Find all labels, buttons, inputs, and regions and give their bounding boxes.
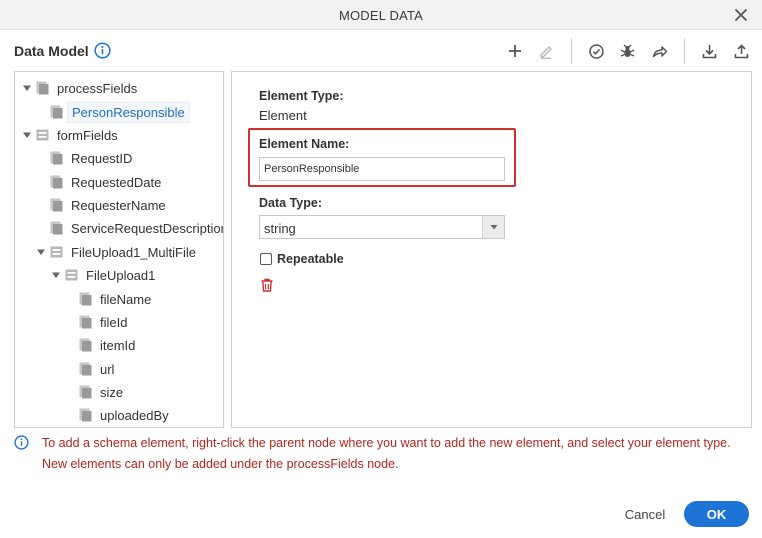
chevron-down-icon[interactable] (22, 83, 32, 93)
chevron-down-icon (490, 225, 497, 230)
page-title: Data Model (14, 43, 89, 59)
tree-node-servicerequestdescription[interactable]: ServiceRequestDescription (50, 218, 224, 238)
field-icon (50, 105, 63, 119)
info-icon[interactable] (94, 42, 111, 59)
info-icon (14, 435, 29, 450)
element-name-input[interactable] (259, 157, 505, 181)
field-icon (50, 198, 63, 212)
data-type-value: string (264, 221, 296, 236)
field-icon (36, 81, 49, 95)
tree-node-label: processFields (57, 80, 138, 96)
tree-node-label: uploadedBy (100, 407, 169, 423)
tree-node-filename[interactable]: fileName (79, 289, 151, 309)
group-icon (50, 245, 63, 259)
element-type-label: Element Type: (259, 89, 344, 103)
field-icon (79, 362, 92, 376)
tree-node-requesteddate[interactable]: RequestedDate (50, 172, 161, 192)
toolbar-divider (684, 38, 685, 64)
tree-node-label: ServiceRequestDescription (71, 220, 224, 236)
chevron-down-icon[interactable] (22, 130, 32, 140)
ok-button[interactable]: OK (684, 501, 749, 527)
data-type-select[interactable]: string (259, 215, 505, 239)
tree-node-size[interactable]: size (79, 382, 123, 402)
info-message-line-2: New elements can only be added under the… (42, 457, 399, 471)
field-icon (79, 315, 92, 329)
close-icon[interactable] (732, 6, 750, 24)
dropdown-button[interactable] (482, 216, 504, 238)
dialog-titlebar: MODEL DATA (0, 0, 762, 30)
chevron-down-icon[interactable] (36, 247, 46, 257)
share-icon[interactable] (649, 41, 669, 61)
repeatable-checkbox[interactable] (260, 253, 272, 265)
tree-node-label: RequestID (71, 150, 133, 166)
schema-tree[interactable]: processFields PersonResponsible formFiel… (14, 71, 224, 428)
field-icon (79, 385, 92, 399)
field-icon (79, 338, 92, 352)
validate-icon[interactable] (586, 41, 606, 61)
upload-icon[interactable] (731, 41, 751, 61)
field-icon (79, 292, 92, 306)
tree-node-uploadedby[interactable]: uploadedBy (79, 405, 169, 425)
element-name-label: Element Name: (259, 137, 350, 151)
tree-node-label: RequesterName (71, 197, 166, 213)
tree-node-label: url (100, 361, 115, 377)
tree-node-requestid[interactable]: RequestID (50, 148, 132, 168)
tree-node-label: fileName (100, 291, 152, 307)
toolbar-divider (571, 38, 572, 64)
trash-icon[interactable] (259, 277, 275, 293)
tree-node-label: size (100, 384, 124, 400)
element-type-value: Element (259, 108, 307, 123)
edit-icon[interactable] (536, 41, 556, 61)
element-details-panel: Element Type: Element Element Name: Data… (231, 71, 752, 428)
tree-node-processfields[interactable]: processFields (22, 78, 137, 98)
tree-node-url[interactable]: url (79, 359, 114, 379)
tree-node-label: fileId (100, 314, 128, 330)
add-icon[interactable] (505, 41, 525, 61)
tree-node-label: RequestedDate (71, 174, 162, 190)
tree-node-fileupload1-multifile[interactable]: FileUpload1_MultiFile (36, 242, 196, 262)
chevron-down-icon[interactable] (51, 270, 61, 280)
info-message-line-1: To add a schema element, right-click the… (42, 436, 731, 450)
data-type-label: Data Type: (259, 196, 322, 210)
tree-node-label: FileUpload1 (86, 267, 156, 283)
group-icon (65, 268, 78, 282)
group-icon (36, 128, 49, 142)
download-icon[interactable] (699, 41, 719, 61)
cancel-button[interactable]: Cancel (614, 503, 676, 525)
tree-node-label: FileUpload1_MultiFile (71, 244, 196, 260)
tree-node-label: itemId (100, 337, 136, 353)
debug-icon[interactable] (617, 41, 637, 61)
tree-node-fileid[interactable]: fileId (79, 312, 127, 332)
tree-node-personresponsible[interactable]: PersonResponsible (50, 101, 190, 123)
tree-node-requestername[interactable]: RequesterName (50, 195, 166, 215)
tree-node-formfields[interactable]: formFields (22, 125, 118, 145)
tree-node-label: PersonResponsible (67, 101, 190, 123)
field-icon (79, 408, 92, 422)
data-model-header: Data Model (0, 30, 762, 70)
dialog-title: MODEL DATA (338, 8, 424, 23)
field-icon (50, 175, 63, 189)
repeatable-label: Repeatable (277, 252, 344, 266)
tree-node-itemid[interactable]: itemId (79, 335, 135, 355)
tree-node-label: formFields (57, 127, 118, 143)
field-icon (50, 151, 63, 165)
field-icon (50, 221, 63, 235)
tree-node-fileupload1[interactable]: FileUpload1 (51, 265, 155, 285)
